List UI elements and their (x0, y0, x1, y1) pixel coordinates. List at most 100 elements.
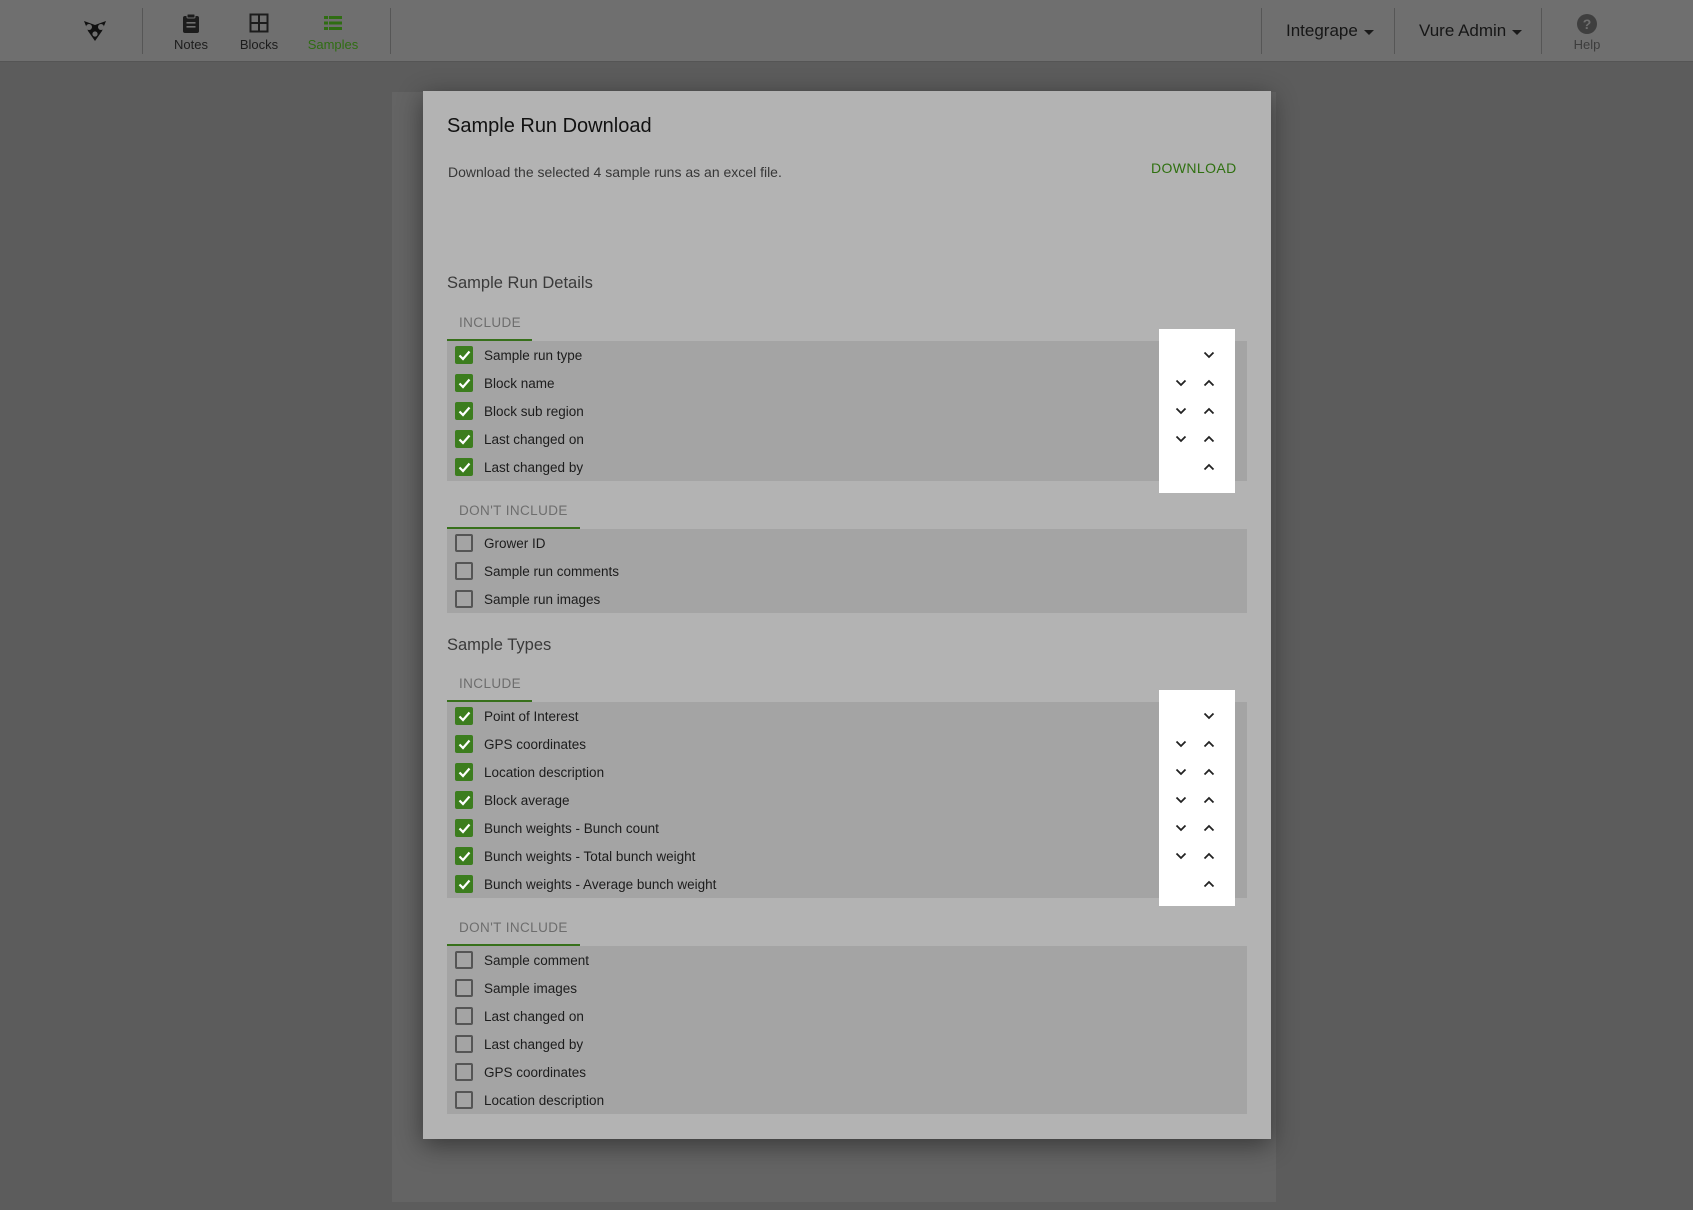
checkmark-icon (458, 711, 471, 722)
list-item[interactable]: GPS coordinates (447, 730, 1247, 758)
chevron-down-icon[interactable] (1173, 820, 1189, 836)
list-item[interactable]: Location description (447, 758, 1247, 786)
reorder-row (1159, 814, 1235, 842)
checkbox-checked[interactable] (455, 819, 473, 837)
chevron-up-icon[interactable] (1201, 820, 1217, 836)
list-item-label: Sample images (484, 980, 578, 996)
chevron-down-icon[interactable] (1173, 736, 1189, 752)
checkbox-unchecked[interactable] (455, 562, 473, 580)
chevron-up-icon[interactable] (1201, 403, 1217, 419)
list-item[interactable]: Block name (447, 369, 1247, 397)
checkbox-unchecked[interactable] (455, 1063, 473, 1081)
list-item[interactable]: GPS coordinates (447, 1058, 1247, 1086)
list-item[interactable]: Bunch weights - Average bunch weight (447, 870, 1247, 898)
checkbox-unchecked[interactable] (455, 979, 473, 997)
tab-dont-include: DON'T INCLUDE (447, 912, 580, 946)
list-item-label: Location description (484, 764, 605, 780)
checkbox-unchecked[interactable] (455, 1007, 473, 1025)
checkbox-checked[interactable] (455, 707, 473, 725)
chevron-up-icon[interactable] (1201, 431, 1217, 447)
list-item-label: Last changed on (484, 431, 584, 447)
checkbox-unchecked[interactable] (455, 534, 473, 552)
chevron-down-icon[interactable] (1173, 375, 1189, 391)
checkmark-icon (458, 823, 471, 834)
chevron-up-icon[interactable] (1201, 736, 1217, 752)
chevron-down-icon[interactable] (1201, 347, 1217, 363)
checkbox-checked[interactable] (455, 791, 473, 809)
download-button[interactable]: DOWNLOAD (1151, 160, 1237, 176)
checkmark-icon (458, 350, 471, 361)
chevron-down-icon[interactable] (1173, 848, 1189, 864)
chevron-up-icon[interactable] (1201, 876, 1217, 892)
include-list: Point of Interest GPS coordinates Location… (447, 702, 1247, 898)
checkbox-checked[interactable] (455, 763, 473, 781)
nav-item-blocks[interactable]: Blocks (227, 12, 291, 52)
org-menu-dropdown[interactable]: Integrape (1286, 21, 1374, 41)
chevron-down-icon[interactable] (1173, 403, 1189, 419)
list-item[interactable]: Bunch weights - Bunch count (447, 814, 1247, 842)
section-title-sample-run-details: Sample Run Details (447, 274, 593, 292)
list-item[interactable]: Sample images (447, 974, 1247, 1002)
list-item[interactable]: Sample run images (447, 585, 1247, 613)
reorder-controls (1159, 329, 1235, 493)
chevron-down-icon[interactable] (1173, 792, 1189, 808)
checkmark-icon (458, 378, 471, 389)
checkbox-unchecked[interactable] (455, 590, 473, 608)
list-item[interactable]: Sample run type (447, 341, 1247, 369)
list-item[interactable]: Last changed on (447, 1002, 1247, 1030)
checkmark-icon (458, 879, 471, 890)
checkbox-checked[interactable] (455, 875, 473, 893)
list-item[interactable]: Location description (447, 1086, 1247, 1114)
list-item[interactable]: Point of Interest (447, 702, 1247, 730)
list-icon (301, 12, 365, 34)
help-button[interactable]: ? Help (1555, 14, 1619, 52)
dialog-description: Download the selected 4 sample runs as a… (448, 164, 782, 180)
list-item[interactable]: Grower ID (447, 529, 1247, 557)
caret-down-icon (1512, 30, 1523, 35)
user-menu-dropdown[interactable]: Vure Admin (1419, 21, 1523, 41)
chevron-up-icon[interactable] (1201, 459, 1217, 475)
list-item[interactable]: Bunch weights - Total bunch weight (447, 842, 1247, 870)
checkbox-unchecked[interactable] (455, 1091, 473, 1109)
chevron-up-icon[interactable] (1201, 848, 1217, 864)
checkbox-checked[interactable] (455, 735, 473, 753)
checkbox-checked[interactable] (455, 458, 473, 476)
checkbox-checked[interactable] (455, 847, 473, 865)
chevron-up-icon[interactable] (1201, 764, 1217, 780)
checkbox-unchecked[interactable] (455, 951, 473, 969)
list-item-label: Block name (484, 375, 555, 391)
checkbox-checked[interactable] (455, 402, 473, 420)
list-item-label: Location description (484, 1092, 605, 1108)
list-item[interactable]: Last changed on (447, 425, 1247, 453)
list-item[interactable]: Block sub region (447, 397, 1247, 425)
list-item[interactable]: Block average (447, 786, 1247, 814)
chevron-up-icon[interactable] (1201, 792, 1217, 808)
list-item[interactable]: Sample comment (447, 946, 1247, 974)
chevron-up-icon[interactable] (1201, 375, 1217, 391)
org-menu-label: Integrape (1286, 21, 1358, 40)
tab-dont-include: DON'T INCLUDE (447, 495, 580, 529)
list-item-label: Last changed on (484, 1008, 584, 1024)
checkbox-unchecked[interactable] (455, 1035, 473, 1053)
app-logo-icon[interactable] (78, 14, 112, 48)
checkbox-checked[interactable] (455, 374, 473, 392)
nav-item-notes[interactable]: Notes (159, 12, 223, 52)
list-item[interactable]: Sample run comments (447, 557, 1247, 585)
help-label: Help (1573, 37, 1601, 52)
list-item-label: Sample comment (484, 952, 590, 968)
list-item[interactable]: Last changed by (447, 1030, 1247, 1058)
chevron-down-icon[interactable] (1173, 764, 1189, 780)
list-item[interactable]: Last changed by (447, 453, 1247, 481)
list-item-label: Bunch weights - Total bunch weight (484, 848, 696, 864)
reorder-row (1159, 870, 1235, 898)
list-item-label: GPS coordinates (484, 736, 587, 752)
chevron-down-icon[interactable] (1173, 431, 1189, 447)
checkmark-icon (458, 795, 471, 806)
checkbox-checked[interactable] (455, 430, 473, 448)
list-item-label: Block average (484, 792, 570, 808)
chevron-down-icon[interactable] (1201, 708, 1217, 724)
checkmark-icon (458, 767, 471, 778)
nav-item-samples[interactable]: Samples (301, 12, 365, 52)
checkbox-checked[interactable] (455, 346, 473, 364)
list-item-label: Grower ID (484, 535, 546, 551)
